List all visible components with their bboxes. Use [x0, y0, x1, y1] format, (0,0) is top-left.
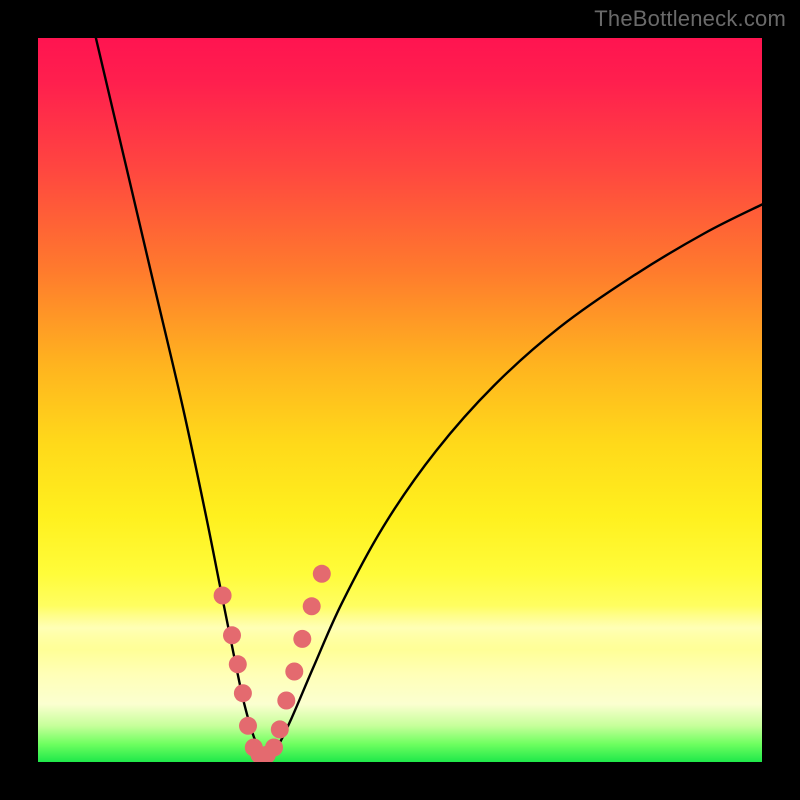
highlight-dot — [271, 720, 289, 738]
highlight-dot — [265, 739, 283, 757]
watermark-text: TheBottleneck.com — [594, 6, 786, 32]
highlight-dot — [303, 597, 321, 615]
highlight-dot — [214, 587, 232, 605]
highlight-dot — [234, 684, 252, 702]
highlight-dots — [214, 565, 331, 762]
plot-area — [38, 38, 762, 762]
highlight-dot — [229, 655, 247, 673]
highlight-dot — [277, 692, 295, 710]
curve-layer — [38, 38, 762, 762]
highlight-dot — [223, 626, 241, 644]
highlight-dot — [239, 717, 257, 735]
bottleneck-curve — [96, 38, 762, 755]
chart-frame: TheBottleneck.com — [0, 0, 800, 800]
highlight-dot — [293, 630, 311, 648]
highlight-dot — [285, 663, 303, 681]
highlight-dot — [313, 565, 331, 583]
